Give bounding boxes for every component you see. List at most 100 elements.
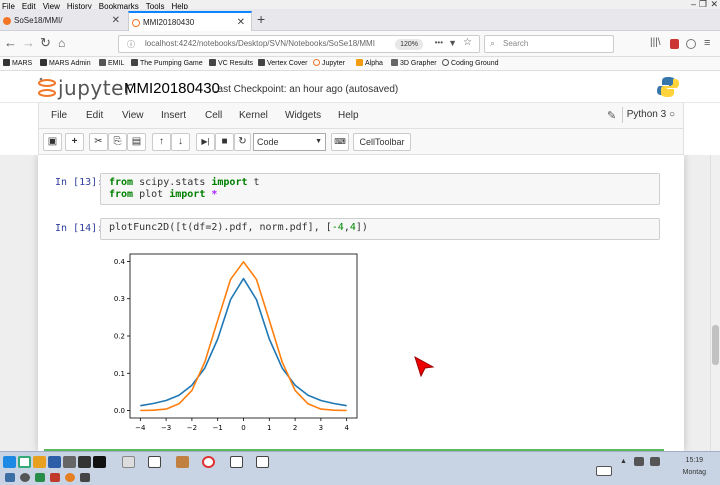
zoom-level[interactable]: 120% — [395, 39, 423, 50]
tab-sose18[interactable]: SoSe18/MMI/ ✕ — [0, 11, 126, 31]
jmenu-help[interactable]: Help — [338, 110, 359, 121]
move-up-icon[interactable]: ↑ — [152, 133, 171, 151]
scroll-thumb[interactable] — [712, 325, 719, 365]
jmenu-edit[interactable]: Edit — [86, 110, 103, 121]
stop-icon[interactable]: ■ — [215, 133, 234, 151]
app-icon[interactable] — [93, 456, 106, 468]
jmenu-insert[interactable]: Insert — [161, 110, 186, 121]
maximize-button[interactable]: ❐ — [699, 0, 707, 9]
minimize-button[interactable]: – — [691, 0, 696, 9]
celltoolbar-button[interactable]: CellToolbar — [353, 133, 411, 151]
close-window-button[interactable]: ✕ — [710, 0, 718, 9]
close-tab-icon[interactable]: ✕ — [112, 11, 120, 31]
bookmark-vc-results[interactable]: VC Results — [209, 59, 253, 69]
keyboard-icon[interactable]: ⌨ — [331, 133, 349, 151]
bookmark-emil[interactable]: EMIL — [99, 59, 124, 69]
word-icon[interactable] — [48, 456, 61, 468]
tray-icon[interactable] — [35, 473, 45, 482]
edit-pencil-icon[interactable]: ✎ — [607, 109, 616, 122]
search-icon: ⌕ — [490, 38, 496, 48]
tray-icon[interactable] — [65, 473, 75, 482]
kernel-indicator: Python 3 ○ — [627, 109, 675, 120]
mars-icon — [3, 59, 10, 66]
cut-icon[interactable]: ✂ — [89, 133, 108, 151]
jmenu-kernel[interactable]: Kernel — [239, 110, 268, 121]
forward-button[interactable]: → — [22, 36, 35, 50]
bookmark-3d-grapher[interactable]: 3D Grapher — [391, 59, 437, 69]
tray-icon[interactable] — [80, 473, 90, 482]
extension-icon[interactable] — [686, 39, 696, 49]
jmenu-widgets[interactable]: Widgets — [285, 110, 321, 121]
insert-cell-icon[interactable]: + — [65, 133, 84, 151]
explorer-icon[interactable] — [33, 456, 46, 468]
bookmark-jupyter[interactable]: Jupyter — [313, 59, 345, 69]
mouse-cursor-icon — [414, 355, 435, 377]
paste-icon[interactable]: ▤ — [127, 133, 146, 151]
bookmark-vertex-cover[interactable]: Vertex Cover — [258, 59, 307, 69]
app-icon[interactable] — [63, 456, 76, 468]
info-icon[interactable]: ⓘ — [127, 39, 135, 50]
jupyter-logo-text[interactable]: jupyter — [58, 76, 133, 100]
app-icon[interactable] — [122, 456, 135, 468]
library-icon[interactable]: |||\ — [650, 36, 661, 50]
move-down-icon[interactable]: ↓ — [171, 133, 190, 151]
notebook-name[interactable]: MMI20180430 — [124, 80, 220, 97]
clock-day: Montag — [682, 469, 706, 476]
page-actions-icon[interactable]: ••• — [435, 38, 443, 47]
cell-type-select[interactable]: Code ▼ — [253, 133, 326, 151]
reload-button[interactable]: ↻ — [40, 36, 51, 50]
help-icon[interactable] — [148, 456, 161, 468]
navigation-bar: ← → ↻ ⌂ ⓘ localhost:4242/notebooks/Deskt… — [0, 31, 720, 57]
firefox-icon[interactable] — [202, 456, 215, 468]
code-cell-imports[interactable]: from scipy.stats import t from plot impo… — [100, 173, 660, 205]
app-icon[interactable] — [256, 456, 269, 468]
jupyter-toolbar: ▣ + ✂ ⎘ ▤ ↑ ↓ ▶| ■ ↻ Code ▼ ⌨ CellToolba… — [38, 129, 684, 155]
jmenu-cell[interactable]: Cell — [205, 110, 222, 121]
tray-icon[interactable] — [5, 473, 15, 482]
search-input[interactable]: ⌕ Search — [484, 35, 614, 53]
separator — [622, 107, 623, 123]
run-icon[interactable]: ▶| — [196, 133, 215, 151]
pocket-icon[interactable]: ▼ — [448, 38, 457, 48]
network-icon[interactable] — [634, 457, 644, 466]
back-button[interactable]: ← — [4, 36, 17, 50]
restart-icon[interactable]: ↻ — [234, 133, 251, 151]
code-cell-plot[interactable]: plotFunc2D([t(df=2).pdf, norm.pdf], [-4,… — [100, 218, 660, 240]
jmenu-file[interactable]: File — [51, 110, 67, 121]
vc-icon — [209, 59, 216, 66]
keyboard-icon[interactable] — [596, 466, 612, 476]
ublock-icon[interactable] — [670, 39, 679, 49]
tab-mmi20180430[interactable]: MMI20180430 ✕ — [128, 11, 252, 31]
copy-icon[interactable]: ⎘ — [108, 133, 127, 151]
app-icon[interactable] — [176, 456, 189, 468]
save-icon[interactable]: ▣ — [43, 133, 62, 151]
tray-arrow-icon[interactable]: ▲ — [620, 458, 627, 465]
cmd-icon[interactable] — [78, 456, 91, 468]
bookmark-mars-admin[interactable]: MARS Admin — [40, 59, 91, 69]
url-bar[interactable]: ⓘ localhost:4242/notebooks/Desktop/SVN/N… — [118, 35, 480, 53]
home-button[interactable]: ⌂ — [58, 36, 65, 50]
tray-icon[interactable] — [20, 473, 30, 482]
start-icon[interactable] — [3, 456, 16, 468]
x-tick-label: 2 — [293, 424, 297, 432]
bookmark-star-icon[interactable]: ☆ — [463, 37, 472, 48]
bookmark-mars[interactable]: MARS — [3, 59, 32, 69]
bookmark-coding-ground[interactable]: Coding Ground — [442, 59, 498, 69]
tray-icon[interactable] — [50, 473, 60, 482]
bookmark-pumping-game[interactable]: The Pumping Game — [131, 59, 203, 69]
hamburger-menu-icon[interactable]: ≡ — [704, 36, 710, 50]
code-line: from plot import * — [109, 189, 218, 200]
cell-prompt: In [14]: — [55, 223, 104, 234]
jupyter-logo-icon[interactable] — [38, 77, 56, 99]
jmenu-view[interactable]: View — [122, 110, 144, 121]
new-tab-button[interactable]: + — [257, 11, 265, 27]
cell-prompt: In [13]: — [55, 177, 104, 188]
bookmark-alpha[interactable]: Alpha — [356, 59, 383, 69]
taskbar-clock[interactable]: 15:19 Montag — [683, 455, 706, 479]
close-tab-icon[interactable]: ✕ — [237, 13, 245, 33]
tab-title: MMI20180430 — [143, 18, 195, 27]
chrome-icon[interactable] — [18, 456, 31, 468]
scrollbar[interactable] — [710, 155, 720, 451]
app-icon[interactable] — [230, 456, 243, 468]
volume-icon[interactable] — [650, 457, 660, 466]
